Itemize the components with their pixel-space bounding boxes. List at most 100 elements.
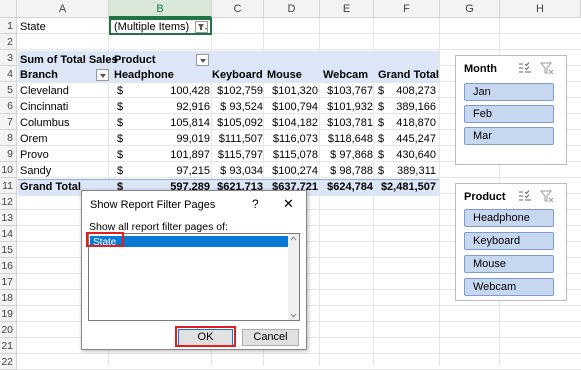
pivot-cell-headphone[interactable]: 101,897 bbox=[140, 147, 210, 163]
close-icon[interactable]: ✕ bbox=[283, 196, 294, 212]
month-slicer-item-jan[interactable]: Jan bbox=[464, 83, 554, 101]
row-header[interactable]: 15 bbox=[0, 242, 17, 258]
pivot-cell-total[interactable]: 430,640 bbox=[390, 147, 436, 163]
pivot-cell-total[interactable]: 389,166 bbox=[390, 99, 436, 115]
row-header[interactable]: 1 bbox=[0, 18, 17, 34]
pivot-cell-total_cur[interactable]: $ bbox=[378, 131, 384, 147]
row-header[interactable]: 20 bbox=[0, 322, 17, 338]
month-slicer-item-mar[interactable]: Mar bbox=[464, 127, 554, 145]
pivot-cell-keyboard[interactable]: $105,092 bbox=[212, 115, 263, 131]
pivot-cell-cur[interactable]: $ bbox=[117, 83, 123, 99]
pivot-cell-total[interactable]: 389,311 bbox=[390, 163, 436, 179]
row-header[interactable]: 11 bbox=[0, 178, 17, 194]
pivot-cell-headphone[interactable]: 92,916 bbox=[140, 99, 210, 115]
pivot-cell-branch[interactable]: Sandy bbox=[20, 163, 51, 179]
pivot-cell-keyboard[interactable]: $115,797 bbox=[212, 147, 263, 163]
filter-label[interactable]: State bbox=[20, 19, 46, 35]
multi-select-icon[interactable] bbox=[518, 62, 532, 74]
pivot-cell-mouse[interactable]: $100,794 bbox=[264, 99, 318, 115]
pivot-cell-keyboard[interactable]: $ 93,524 bbox=[212, 99, 263, 115]
pivot-cell-keyboard[interactable]: $111,507 bbox=[212, 131, 263, 147]
column-header-a[interactable]: A bbox=[17, 0, 109, 18]
pivot-cell-total_cur[interactable]: $ bbox=[378, 99, 384, 115]
listbox-scrollbar[interactable] bbox=[288, 234, 299, 320]
column-header-e[interactable]: E bbox=[320, 0, 374, 18]
row-header[interactable]: 9 bbox=[0, 146, 17, 162]
pivot-cell-total[interactable]: 408,273 bbox=[390, 83, 436, 99]
pivot-cell-cur[interactable]: $ bbox=[117, 99, 123, 115]
pivot-cell-headphone[interactable]: 100,428 bbox=[140, 83, 210, 99]
product-slicer-item-keyboard[interactable]: Keyboard bbox=[464, 232, 554, 250]
pivot-cell-total_cur[interactable]: $ bbox=[378, 83, 384, 99]
row-header[interactable]: 7 bbox=[0, 114, 17, 130]
cancel-button[interactable]: Cancel bbox=[242, 329, 299, 346]
pivot-cell-branch[interactable]: Cleveland bbox=[20, 83, 69, 99]
row-header[interactable]: 4 bbox=[0, 66, 17, 82]
pivot-cell-mouse[interactable]: $101,320 bbox=[264, 83, 318, 99]
pivot-cell-total[interactable]: 418,870 bbox=[390, 115, 436, 131]
column-header-g[interactable]: G bbox=[440, 0, 500, 18]
pivot-cell-branch[interactable]: Cincinnati bbox=[20, 99, 68, 115]
column-header-b[interactable]: B bbox=[109, 0, 212, 18]
row-header[interactable]: 12 bbox=[0, 194, 17, 210]
pivot-cell-headphone[interactable]: 105,814 bbox=[140, 115, 210, 131]
product-slicer-item-headphone[interactable]: Headphone bbox=[464, 209, 554, 227]
pivot-cell-mouse[interactable]: $104,182 bbox=[264, 115, 318, 131]
pivot-cell-webcam[interactable]: $103,781 bbox=[320, 115, 373, 131]
month-slicer-item-feb[interactable]: Feb bbox=[464, 105, 554, 123]
month-slicer[interactable]: Month Jan Feb Mar bbox=[455, 55, 567, 165]
row-header[interactable]: 22 bbox=[0, 354, 17, 370]
pivot-cell-keyboard[interactable]: $ 93,034 bbox=[212, 163, 263, 179]
pivot-cell-webcam[interactable]: $101,932 bbox=[320, 99, 373, 115]
pivot-cell-webcam[interactable]: $ 97,868 bbox=[320, 147, 373, 163]
row-header[interactable]: 18 bbox=[0, 290, 17, 306]
pivot-cell-cur[interactable]: $ bbox=[117, 131, 123, 147]
multi-select-icon[interactable] bbox=[518, 190, 532, 202]
pivot-cell-cur[interactable]: $ bbox=[117, 147, 123, 163]
row-header[interactable]: 8 bbox=[0, 130, 17, 146]
column-labels-dropdown[interactable] bbox=[196, 54, 209, 66]
pivot-cell-webcam[interactable]: $103,767 bbox=[320, 83, 373, 99]
row-header[interactable]: 3 bbox=[0, 50, 17, 66]
row-header[interactable]: 6 bbox=[0, 98, 17, 114]
column-header-h[interactable]: H bbox=[500, 0, 581, 18]
pivot-cell-branch[interactable]: Columbus bbox=[20, 115, 70, 131]
help-icon[interactable]: ? bbox=[252, 197, 259, 211]
select-all-corner[interactable] bbox=[0, 0, 17, 18]
product-slicer-item-mouse[interactable]: Mouse bbox=[464, 255, 554, 273]
pivot-cell-keyboard[interactable]: $102,759 bbox=[212, 83, 263, 99]
product-slicer-item-webcam[interactable]: Webcam bbox=[464, 278, 554, 296]
column-header-f[interactable]: F bbox=[374, 0, 440, 18]
row-header[interactable]: 21 bbox=[0, 338, 17, 354]
pivot-cell-mouse[interactable]: $115,078 bbox=[264, 147, 318, 163]
row-header[interactable]: 17 bbox=[0, 274, 17, 290]
pivot-cell-branch[interactable]: Orem bbox=[20, 131, 48, 147]
filter-dropdown-button[interactable] bbox=[195, 21, 208, 33]
pivot-cell-mouse[interactable]: $116,073 bbox=[264, 131, 318, 147]
pivot-cell-total_cur[interactable]: $ bbox=[378, 115, 384, 131]
pivot-cell-headphone[interactable]: 97,215 bbox=[140, 163, 210, 179]
row-header[interactable]: 2 bbox=[0, 34, 17, 50]
row-header[interactable]: 14 bbox=[0, 226, 17, 242]
row-header[interactable]: 10 bbox=[0, 162, 17, 178]
pivot-cell-total_cur[interactable]: $ bbox=[378, 163, 384, 179]
pivot-cell-mouse[interactable]: $100,274 bbox=[264, 163, 318, 179]
pivot-cell-total[interactable]: 445,247 bbox=[390, 131, 436, 147]
clear-filter-icon[interactable] bbox=[540, 62, 554, 74]
pivot-cell-headphone[interactable]: 99,019 bbox=[140, 131, 210, 147]
column-header-c[interactable]: C bbox=[212, 0, 264, 18]
pivot-cell-total_cur[interactable]: $ bbox=[378, 147, 384, 163]
row-header[interactable]: 13 bbox=[0, 210, 17, 226]
row-header[interactable]: 19 bbox=[0, 306, 17, 322]
pivot-cell-webcam[interactable]: $118,648 bbox=[320, 131, 373, 147]
row-header[interactable]: 16 bbox=[0, 258, 17, 274]
pivot-cell-branch[interactable]: Provo bbox=[20, 147, 49, 163]
row-labels-dropdown[interactable] bbox=[96, 69, 109, 81]
pivot-cell-cur[interactable]: $ bbox=[117, 163, 123, 179]
filter-value[interactable]: (Multiple Items) bbox=[114, 19, 189, 35]
row-header[interactable]: 5 bbox=[0, 82, 17, 98]
clear-filter-icon[interactable] bbox=[540, 190, 554, 202]
column-header-d[interactable]: D bbox=[264, 0, 320, 18]
pivot-cell-webcam[interactable]: $ 98,788 bbox=[320, 163, 373, 179]
pivot-cell-cur[interactable]: $ bbox=[117, 115, 123, 131]
